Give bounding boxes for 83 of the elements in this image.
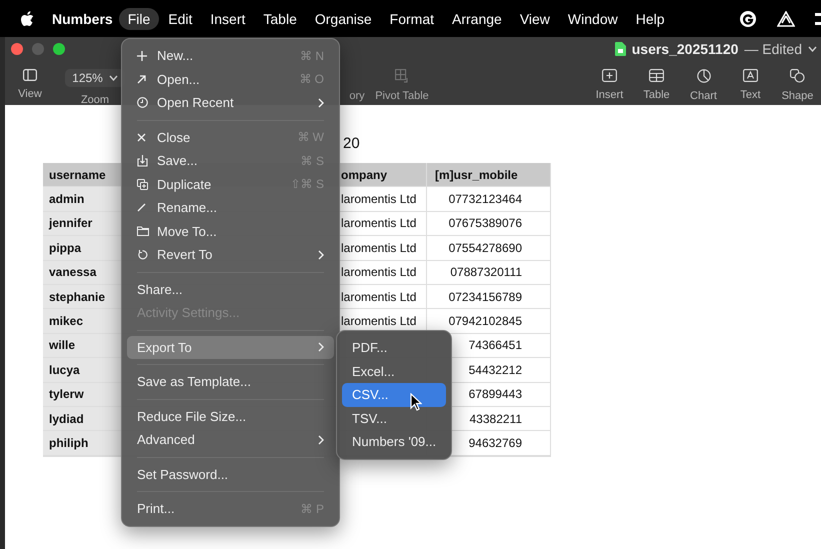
column-header[interactable]: ompany — [340, 163, 427, 188]
menu-bar-item[interactable]: Edit — [159, 8, 202, 30]
chevron-down-icon[interactable] — [808, 46, 817, 52]
clock-icon — [137, 97, 148, 108]
row-header-cell: lydiad — [43, 406, 122, 432]
triangle-icon[interactable] — [777, 10, 795, 26]
arrow-icon — [137, 74, 146, 84]
row-header-cell: wille — [43, 334, 122, 358]
table-icon[interactable] — [649, 69, 664, 82]
revert-icon — [137, 249, 148, 260]
row-header-cell: pippa — [43, 236, 122, 261]
menu-bar-item[interactable]: Window — [558, 8, 627, 30]
menu-item[interactable]: Advanced — [127, 428, 334, 452]
table-title: 20 — [343, 135, 360, 152]
row-header-cell: lucya — [43, 358, 122, 383]
pivot-table-icon[interactable] — [395, 69, 409, 83]
menu-bar-item[interactable]: Insert — [201, 8, 254, 30]
table-cell: 07732123464 — [427, 187, 551, 212]
chevron-right-icon — [318, 434, 324, 445]
close-button[interactable] — [11, 43, 23, 55]
toolbar-label: View — [18, 88, 42, 100]
menu-item[interactable]: Rename... — [127, 196, 334, 220]
chart-icon[interactable] — [696, 69, 710, 83]
chevron-right-icon — [318, 98, 324, 108]
close-icon — [137, 132, 146, 142]
chevron-down-icon — [108, 75, 118, 81]
chevron-right-icon — [318, 250, 324, 260]
menu-bar-item[interactable]: Organise — [306, 8, 381, 30]
duplicate-icon — [137, 178, 148, 190]
table-cell: 07887320111 — [427, 260, 551, 285]
table-cell: 07554278690 — [427, 236, 551, 261]
toolbar-label: Chart — [690, 90, 717, 102]
menu-bar-item[interactable]: View — [510, 8, 559, 30]
row-header-cell: stephanie — [43, 284, 122, 310]
chevron-right-icon — [318, 342, 324, 352]
apple-icon[interactable] — [20, 10, 34, 26]
menu-item[interactable]: CSV... — [342, 383, 446, 406]
plus-icon — [137, 50, 147, 61]
save-icon — [137, 154, 148, 167]
pencil-icon — [137, 203, 146, 212]
menu-bar-item[interactable]: Format — [380, 8, 444, 30]
toolbar-label: ory — [349, 90, 365, 102]
row-header-cell: jennifer — [43, 212, 122, 236]
menu-item[interactable]: Share... — [127, 278, 334, 301]
shape-icon[interactable] — [790, 69, 805, 83]
menu-bar-item[interactable]: Table — [254, 8, 306, 30]
pointer-icon — [410, 393, 422, 411]
document-title: users_20251120 — [632, 41, 738, 57]
menu-bar-item[interactable]: Help — [626, 8, 674, 30]
toolbar-label: Text — [740, 89, 761, 101]
app-menu[interactable]: Numbers — [52, 10, 113, 26]
sidebar-icon[interactable] — [23, 69, 37, 81]
document-status[interactable]: — Edited — [744, 41, 802, 57]
menu-bar-item[interactable]: Arrange — [443, 8, 511, 30]
toolbar-label: Table — [643, 89, 670, 101]
menu-item[interactable]: Export To — [127, 336, 334, 359]
menu-item[interactable]: Reduce File Size... — [127, 404, 334, 428]
menu-item[interactable]: Open Recent — [127, 91, 334, 114]
column-header[interactable]: username — [43, 163, 122, 188]
menu-item[interactable]: Set Password... — [127, 462, 334, 486]
menu-item[interactable]: Move To... — [127, 220, 334, 243]
row-header-cell: philiph — [43, 431, 122, 456]
toolbar-label: Pivot Table — [375, 90, 429, 102]
table-cell: 07234156789 — [427, 284, 551, 310]
row-header-cell: tylerw — [43, 382, 122, 407]
toolbar-label: Insert — [596, 89, 624, 101]
column-header[interactable]: [m]usr_mobile — [427, 163, 551, 188]
row-header-cell: vanessa — [43, 260, 122, 285]
menu-item[interactable]: Revert To — [127, 243, 334, 266]
toolbar-label: Zoom — [80, 94, 110, 106]
row-header-cell: mikec — [43, 309, 122, 334]
row-header-cell: admin — [43, 187, 122, 212]
menu-bar-item[interactable]: File — [118, 8, 160, 30]
document-icon — [614, 42, 626, 56]
zoom-button[interactable] — [53, 43, 65, 55]
menu-item[interactable]: Save as Template... — [127, 370, 334, 394]
insert-icon[interactable] — [602, 69, 617, 82]
text-box-icon[interactable] — [743, 69, 758, 82]
toolbar-label: Shape — [782, 90, 814, 102]
menu-icon[interactable] — [815, 12, 821, 26]
table-cell: 07675389076 — [427, 212, 551, 236]
g-circle-icon[interactable] — [739, 10, 757, 28]
folder-icon — [137, 226, 149, 236]
